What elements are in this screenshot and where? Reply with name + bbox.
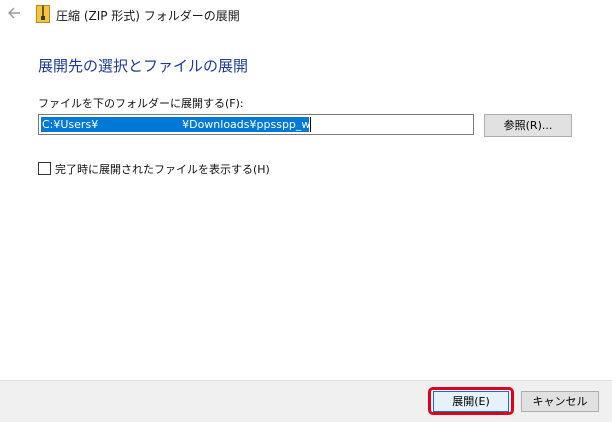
text-caret — [310, 117, 311, 132]
browse-button[interactable]: 参照(R)... — [484, 114, 572, 137]
text-selection: C:¥Users¥ ¥Downloads¥ppsspp_win — [41, 117, 320, 132]
title-bar: 圧縮 (ZIP 形式) フォルダーの展開 — [0, 0, 612, 30]
destination-path-value: C:¥Users¥ ¥Downloads¥ppsspp_win — [42, 118, 321, 131]
show-files-checkbox[interactable] — [38, 162, 51, 175]
window-title: 圧縮 (ZIP 形式) フォルダーの展開 — [56, 9, 240, 23]
extract-button[interactable]: 展開(E) — [433, 391, 509, 412]
cancel-button[interactable]: キャンセル — [521, 391, 599, 412]
back-arrow-icon[interactable] — [6, 4, 22, 22]
destination-path-input[interactable]: C:¥Users¥ ¥Downloads¥ppsspp_win — [38, 114, 474, 135]
destination-label: ファイルを下のフォルダーに展開する(F): — [38, 97, 244, 110]
zip-folder-icon — [36, 5, 50, 23]
show-files-label[interactable]: 完了時に展開されたファイルを表示する(H) — [55, 161, 270, 177]
page-heading: 展開先の選択とファイルの展開 — [38, 57, 249, 75]
